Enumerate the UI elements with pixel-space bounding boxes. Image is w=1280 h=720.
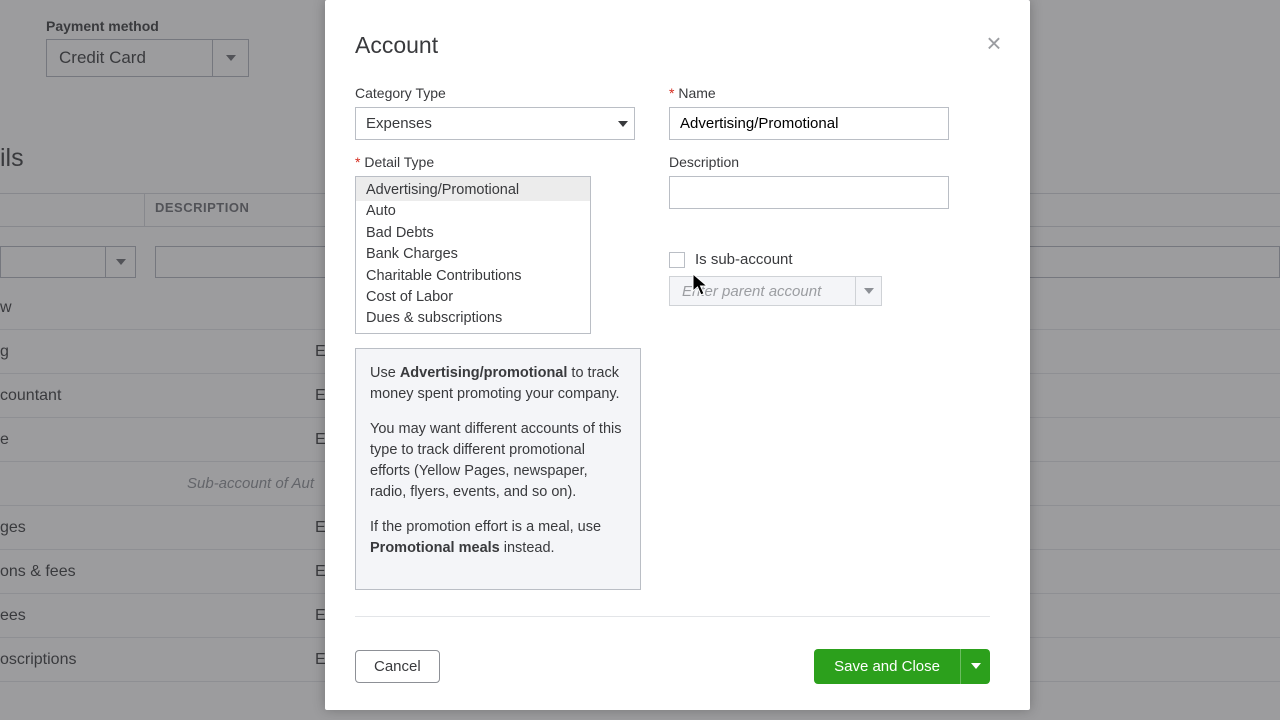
close-icon[interactable]: × [982, 30, 1006, 54]
detail-type-option[interactable]: Advertising/Promotional [356, 177, 590, 201]
detail-type-option[interactable]: Bad Debts [356, 223, 590, 244]
name-input[interactable] [669, 107, 949, 140]
description-label: Description [669, 154, 949, 170]
category-type-label: Category Type [355, 85, 641, 101]
detail-type-option[interactable]: Auto [356, 201, 590, 222]
detail-type-option[interactable]: Dues & subscriptions [356, 308, 590, 332]
cancel-button[interactable]: Cancel [355, 650, 440, 683]
is-sub-account-label: Is sub-account [695, 251, 793, 268]
description-input[interactable] [669, 176, 949, 209]
chevron-down-icon [612, 121, 634, 127]
account-modal: Account × Category Type Expenses * Detai… [325, 0, 1030, 710]
modal-title: Account [355, 32, 990, 59]
detail-type-option[interactable]: Charitable Contributions [356, 266, 590, 287]
category-type-select[interactable]: Expenses [355, 107, 635, 140]
detail-type-label: * Detail Type [355, 154, 641, 170]
detail-type-option[interactable]: Bank Charges [356, 244, 590, 265]
name-label: * Name [669, 85, 949, 101]
detail-type-option[interactable]: Cost of Labor [356, 287, 590, 308]
category-type-value: Expenses [356, 115, 612, 132]
parent-account-select[interactable]: Enter parent account [669, 276, 882, 306]
chevron-down-icon [855, 277, 881, 305]
divider [355, 616, 990, 617]
help-text-panel: Use Advertising/promotional to track mon… [355, 348, 641, 590]
parent-account-placeholder: Enter parent account [670, 283, 855, 300]
save-dropdown-button[interactable] [960, 649, 990, 684]
is-sub-account-checkbox[interactable] [669, 252, 685, 268]
save-and-close-button[interactable]: Save and Close [814, 649, 960, 684]
detail-type-list[interactable]: Advertising/PromotionalAutoBad DebtsBank… [355, 176, 591, 334]
